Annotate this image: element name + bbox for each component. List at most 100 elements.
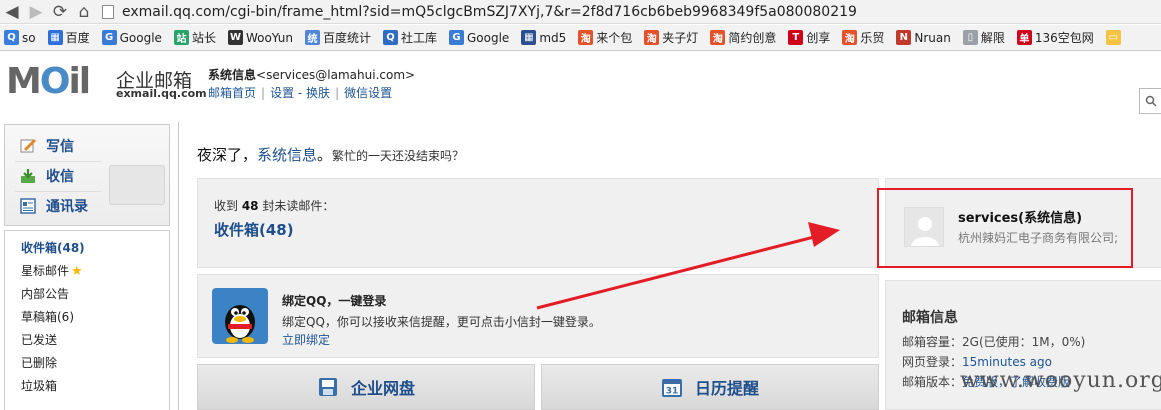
- folder-starred[interactable]: 星标邮件 ★: [21, 262, 83, 279]
- receive-button[interactable]: 收信: [19, 164, 74, 188]
- qq-bind-card: 绑定QQ，一键登录 绑定QQ，你可以接收来信提醒，更可点击小信封一键登录。 立即…: [197, 274, 879, 358]
- bookmark-label: 乐贸: [860, 31, 885, 45]
- unread-count: 48: [241, 199, 259, 213]
- bookmark-label: 创享: [806, 31, 831, 45]
- bookmark-item[interactable]: ▭: [1105, 30, 1124, 45]
- netdisk-button[interactable]: 企业网盘: [197, 364, 535, 410]
- mail-logo[interactable]: MOil: [6, 64, 91, 100]
- bookmark-icon: 淘: [644, 30, 660, 45]
- bookmark-label: Nruan: [914, 30, 951, 45]
- greeting: 夜深了，系统信息。繁忙的一天还没结束吗？: [197, 144, 464, 165]
- bookmark-item[interactable]: Qso: [4, 30, 36, 45]
- calendar-label: 日历提醒: [694, 379, 759, 398]
- header-links: 邮箱首页 | 设置 - 换肤 | 微信设置: [208, 84, 392, 101]
- greeting-name: 系统信息: [257, 146, 318, 164]
- sidebar: 写信 收信 通讯录 收件箱(48) 星标邮件 ★ 内部公告 草稿箱(6) 已发送 …: [0, 122, 176, 410]
- divider: [15, 161, 101, 162]
- bookmark-item[interactable]: ▦ md5: [521, 30, 566, 45]
- bookmark-label: 136空包网: [1034, 31, 1094, 45]
- calendar-day: 31: [666, 387, 679, 397]
- web-login-value: 15minutes ago: [962, 355, 1052, 369]
- netdisk-icon: [318, 378, 337, 396]
- link-dash: -: [294, 86, 307, 100]
- bookmark-item[interactable]: Q 社工库: [382, 29, 437, 46]
- bookmark-item[interactable]: T 创享: [788, 29, 830, 46]
- bookmark-label: 解限: [980, 31, 1005, 45]
- version-label: 邮箱版本：: [902, 375, 963, 389]
- bookmark-item[interactable]: G Google: [449, 30, 509, 45]
- bookmark-icon: 单: [1016, 30, 1032, 45]
- link-wechat[interactable]: 微信设置: [344, 86, 392, 100]
- bookmark-item[interactable]: 淘简约创意: [710, 29, 776, 46]
- forward-icon[interactable]: ▶: [24, 0, 48, 24]
- bookmark-icon: G: [449, 30, 464, 45]
- bookmark-item[interactable]: G Google: [101, 30, 162, 45]
- account-name: 系统信息: [208, 68, 257, 82]
- bookmark-item[interactable]: 淘来个包: [578, 29, 632, 46]
- link-home[interactable]: 邮箱首页: [208, 86, 256, 100]
- bookmark-label: md5: [539, 30, 567, 45]
- back-icon[interactable]: ◀: [0, 0, 24, 24]
- bookmark-icon: Q: [382, 30, 398, 45]
- envelope-decoration-icon: [109, 165, 165, 205]
- receive-label: 收信: [46, 169, 74, 185]
- bookmark-icon: ▯: [962, 30, 978, 45]
- folder-announcements[interactable]: 内部公告: [21, 285, 69, 302]
- link-settings[interactable]: 设置: [270, 86, 294, 100]
- quick-actions: 写信 收信 通讯录: [4, 124, 170, 226]
- bookmark-label: 百度统计: [322, 31, 371, 45]
- mailbox-info-title: 邮箱信息: [902, 310, 958, 326]
- folder-deleted[interactable]: 已删除: [21, 354, 57, 371]
- netdisk-label: 企业网盘: [350, 379, 415, 398]
- bookmark-item[interactable]: N Nruan: [896, 30, 951, 45]
- link-skin[interactable]: 换肤: [306, 86, 330, 100]
- bookmark-icon: N: [896, 30, 912, 45]
- calendar-button[interactable]: 31 日历提醒: [541, 364, 879, 410]
- folder-sent[interactable]: 已发送: [21, 331, 57, 348]
- compose-icon: [20, 138, 37, 153]
- inbox-link[interactable]: 收件箱(48): [214, 219, 294, 240]
- qq-bind-desc: 绑定QQ，你可以接收来信提醒，更可点击小信封一键登录。: [282, 315, 601, 329]
- qq-bind-title: 绑定QQ，一键登录: [282, 294, 387, 308]
- bookmarks-bar: Qso ▦ 百度 G Google 站站长 W WooYun 统百度统计 Q 社工库 G Google ▦…: [0, 25, 1161, 51]
- address-bar: ◀ ▶ ⟳ ⌂ exmail.qq.com/cgi-bin/frame_html…: [0, 0, 1161, 24]
- bookmark-icon: T: [788, 30, 804, 45]
- contacts-label: 通讯录: [46, 199, 88, 215]
- main-content: 夜深了，系统信息。繁忙的一天还没结束吗？ 收到 48 封未读邮件： 收件箱(48…: [178, 122, 1161, 410]
- qq-bind-link[interactable]: 立即绑定: [282, 331, 330, 348]
- folder-drafts[interactable]: 草稿箱(6): [21, 308, 74, 325]
- folder-spam[interactable]: 垃圾箱: [21, 377, 57, 394]
- reload-icon[interactable]: ⟳: [48, 0, 72, 24]
- bookmark-icon: G: [101, 30, 117, 45]
- bookmark-item[interactable]: 统百度统计: [304, 29, 371, 46]
- bookmark-item[interactable]: ▯ 解限: [962, 29, 1005, 46]
- bookmark-label: 夹子灯: [662, 31, 699, 45]
- search-icon[interactable]: [1139, 88, 1161, 114]
- bookmark-item[interactable]: 单 136空包网: [1016, 29, 1094, 46]
- bookmark-item[interactable]: W WooYun: [227, 30, 293, 45]
- bookmark-item[interactable]: 淘乐贸: [842, 29, 884, 46]
- contacts-button[interactable]: 通讯录: [19, 194, 88, 218]
- bookmark-icon: 淘: [842, 30, 858, 45]
- folder-inbox[interactable]: 收件箱(48): [21, 239, 85, 256]
- bookmark-item[interactable]: 站站长: [173, 29, 216, 46]
- url-field[interactable]: exmail.qq.com/cgi-bin/frame_html?sid=mQ5…: [102, 2, 1161, 22]
- bookmark-label: Google: [467, 30, 510, 45]
- bookmark-icon: W: [227, 30, 243, 45]
- bookmark-label: Google: [119, 30, 162, 45]
- feature-buttons: 企业网盘 31 日历提醒: [197, 364, 879, 410]
- greeting-text: 夜深了，: [197, 146, 258, 164]
- page-icon: [102, 4, 114, 19]
- bookmark-icon: 淘: [710, 30, 726, 45]
- compose-label: 写信: [46, 139, 74, 155]
- bookmark-label: WooYun: [245, 30, 293, 45]
- bookmark-item[interactable]: 淘夹子灯: [644, 29, 698, 46]
- compose-button[interactable]: 写信: [19, 134, 74, 158]
- bookmark-item[interactable]: ▦ 百度: [47, 29, 90, 46]
- bookmark-icon: 统: [304, 30, 320, 45]
- logo-domain: exmail.qq.com: [116, 87, 207, 100]
- divider: [15, 191, 101, 192]
- url-text[interactable]: exmail.qq.com/cgi-bin/frame_html?sid=mQ5…: [122, 4, 857, 20]
- home-icon[interactable]: ⌂: [72, 0, 96, 24]
- contacts-icon: [20, 198, 36, 214]
